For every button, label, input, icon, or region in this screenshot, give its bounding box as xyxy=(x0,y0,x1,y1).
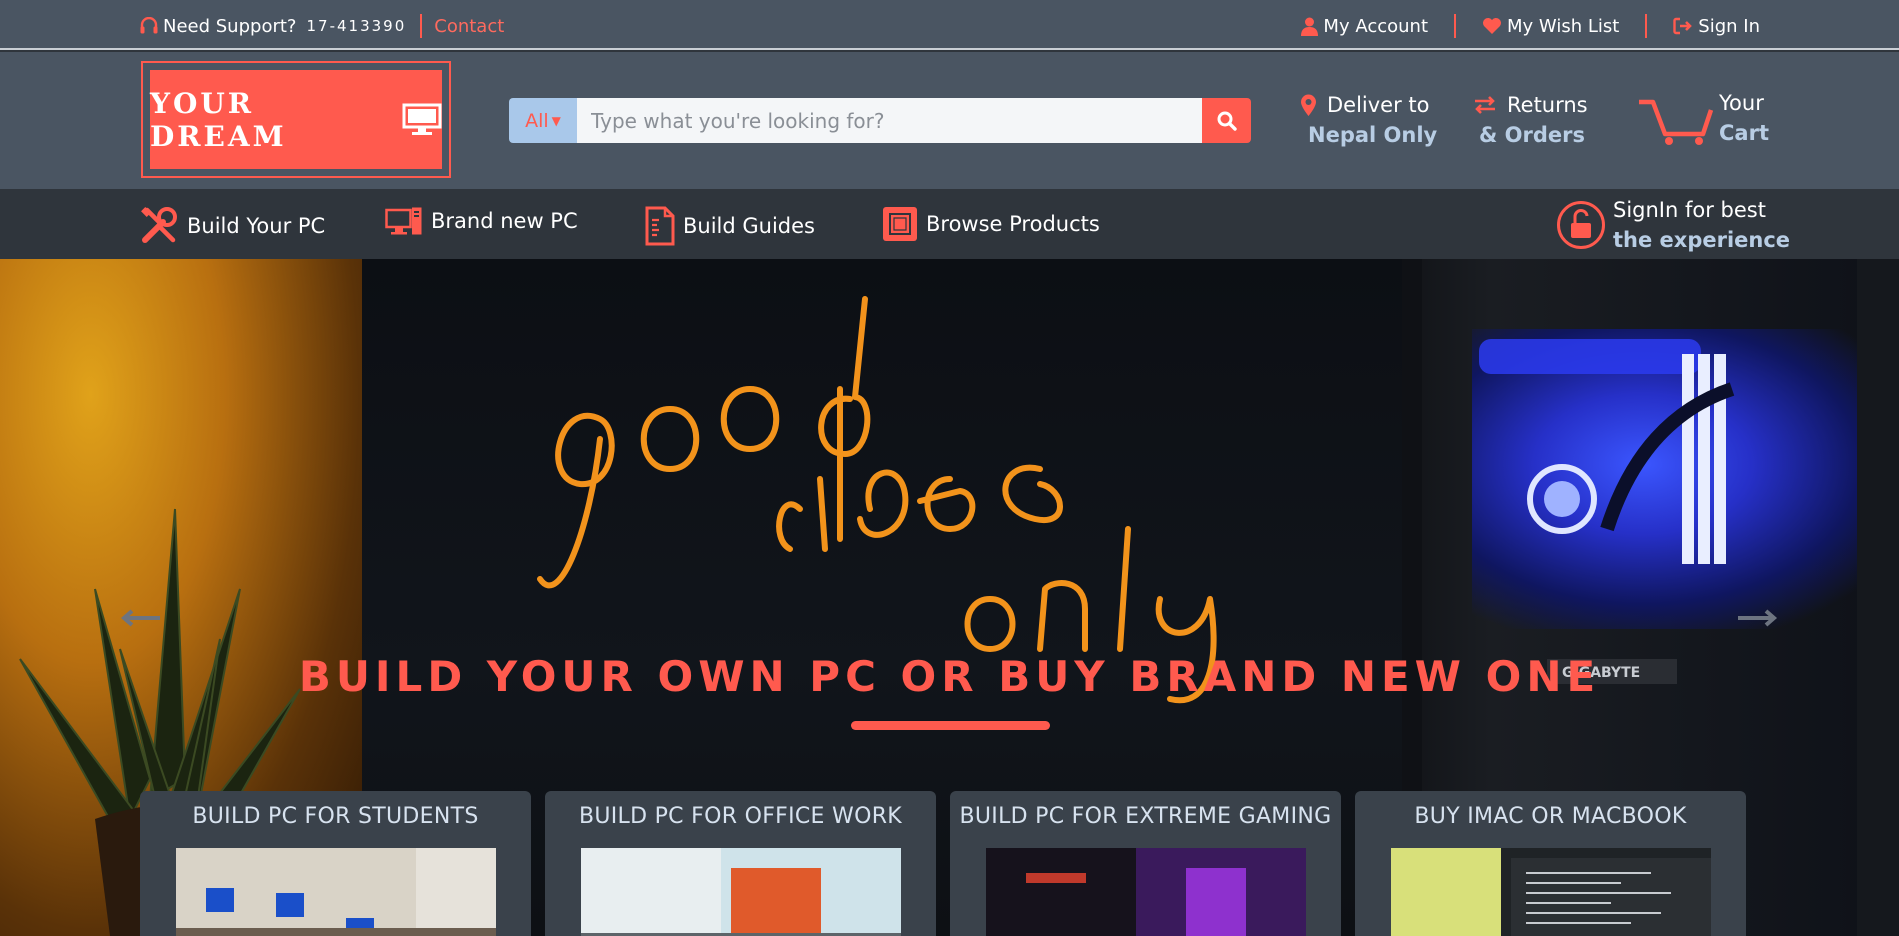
nav-label: Build Your PC xyxy=(187,214,326,238)
card-image-office xyxy=(581,848,901,936)
nav-browse-products[interactable]: Browse Products xyxy=(882,206,1100,242)
support-label: Need Support? xyxy=(163,15,297,37)
wish-list-label: My Wish List xyxy=(1507,15,1620,37)
nav-label: Brand new PC xyxy=(431,209,578,233)
map-pin-icon xyxy=(1300,94,1317,117)
hero-underline xyxy=(851,721,1050,730)
deliver-line2: Nepal Only xyxy=(1308,123,1438,147)
search-icon xyxy=(1217,111,1237,131)
returns-orders[interactable]: Returns & Orders xyxy=(1473,90,1588,150)
signin-best-line2: the experience xyxy=(1613,228,1791,252)
heart-icon xyxy=(1482,17,1502,35)
logo-badge: YOUR DREAM xyxy=(150,70,442,169)
tools-icon xyxy=(139,206,179,246)
search-button[interactable] xyxy=(1202,98,1251,143)
sign-in-link[interactable]: Sign In xyxy=(1673,16,1760,37)
site-logo[interactable]: YOUR DREAM xyxy=(141,61,451,178)
hero-title: BUILD YOUR OWN PC OR BUY BRAND NEW ONE xyxy=(298,652,1601,701)
site-header: YOUR DREAM All ▼ Deliver to Nepal Only xyxy=(0,52,1899,189)
nav-build-your-pc[interactable]: Build Your PC xyxy=(139,206,325,246)
nav-brand-new-pc[interactable]: Brand new PC xyxy=(385,206,578,236)
divider xyxy=(1645,14,1648,38)
search-category-value: All xyxy=(525,109,549,132)
monitor-icon xyxy=(402,103,442,137)
main-nav: Build Your PC Brand new PC Build Guides … xyxy=(0,189,1899,259)
card-image-mac xyxy=(1391,848,1711,936)
hero-carousel: GIGABYTE BUILD YOUR OWN PC OR BUY BRAND … xyxy=(0,259,1899,936)
wish-list-link[interactable]: My Wish List xyxy=(1482,16,1619,37)
arrow-right-icon xyxy=(1736,608,1778,628)
neon-sign xyxy=(537,296,1217,704)
logo-text: YOUR DREAM xyxy=(150,86,287,153)
deliver-to[interactable]: Deliver to Nepal Only xyxy=(1300,90,1437,150)
search-category-dropdown[interactable]: All ▼ xyxy=(509,98,577,143)
my-account-label: My Account xyxy=(1323,15,1429,37)
category-card-gaming[interactable]: BUILD PC FOR EXTREME GAMING xyxy=(950,791,1341,936)
my-account-link[interactable]: My Account xyxy=(1301,16,1428,37)
caret-down-icon: ▼ xyxy=(551,113,561,128)
card-title: BUILD PC FOR STUDENTS xyxy=(192,804,479,829)
cart-icon xyxy=(1637,96,1713,146)
carousel-next-button[interactable] xyxy=(1736,592,1778,638)
user-icon xyxy=(1301,17,1319,36)
cart-line2: Cart xyxy=(1719,121,1769,145)
card-title: BUILD PC FOR OFFICE WORK xyxy=(578,804,903,829)
returns-line1: Returns xyxy=(1507,93,1588,117)
signin-best-experience[interactable]: SignIn for best the experience xyxy=(1556,195,1790,255)
signin-best-line1: SignIn for best xyxy=(1613,198,1766,222)
category-card-students[interactable]: BUILD PC FOR STUDENTS xyxy=(140,791,531,936)
search-bar: All ▼ xyxy=(509,98,1251,143)
card-title: BUY IMAC OR MACBOOK xyxy=(1414,804,1687,829)
divider xyxy=(1454,14,1457,38)
exchange-icon xyxy=(1473,95,1497,115)
document-icon xyxy=(645,206,675,246)
account-links: My Account My Wish List Sign In xyxy=(1301,14,1760,38)
card-title: BUILD PC FOR EXTREME GAMING xyxy=(959,804,1332,829)
nav-label: Browse Products xyxy=(926,212,1100,236)
sign-in-label: Sign In xyxy=(1698,15,1760,37)
arrow-left-icon xyxy=(120,608,162,628)
nav-label: Build Guides xyxy=(683,214,815,238)
category-card-office[interactable]: BUILD PC FOR OFFICE WORK xyxy=(545,791,936,936)
nav-build-guides[interactable]: Build Guides xyxy=(645,206,815,246)
top-bar: Need Support? 17-413390 Contact My Accou… xyxy=(0,0,1899,50)
search-input[interactable] xyxy=(577,98,1202,143)
card-image-gaming xyxy=(986,848,1306,936)
contact-link[interactable]: Contact xyxy=(434,16,504,37)
sign-in-icon xyxy=(1673,17,1693,35)
headset-icon xyxy=(139,17,159,35)
returns-line2: & Orders xyxy=(1479,123,1585,147)
divider xyxy=(420,14,423,38)
deliver-line1: Deliver to xyxy=(1327,93,1430,117)
category-card-mac[interactable]: BUY IMAC OR MACBOOK xyxy=(1355,791,1746,936)
cart[interactable]: Your Cart xyxy=(1637,88,1769,148)
carousel-prev-button[interactable] xyxy=(120,592,162,638)
desktop-icon xyxy=(385,206,423,236)
chip-icon xyxy=(882,206,918,242)
card-image-students xyxy=(176,848,496,936)
cart-line1: Your xyxy=(1719,91,1764,115)
support-area: Need Support? 17-413390 Contact xyxy=(139,14,504,38)
support-phone: 17-413390 xyxy=(306,17,407,35)
unlock-icon xyxy=(1556,200,1606,250)
